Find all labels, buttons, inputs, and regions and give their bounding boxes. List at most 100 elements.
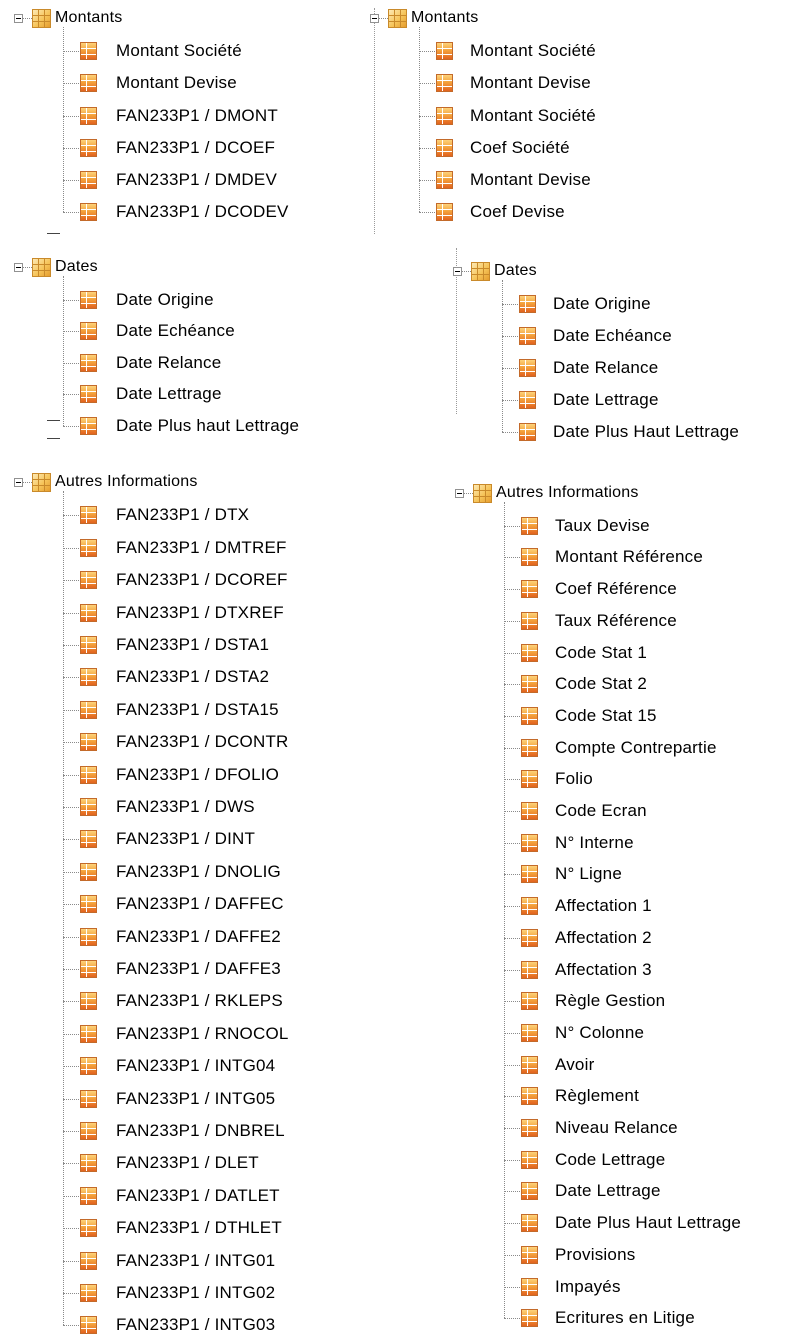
tree-item-label[interactable]: FAN233P1 / INTG03 bbox=[116, 1314, 275, 1336]
tree-item-label[interactable]: FAN233P1 / DSTA2 bbox=[116, 666, 269, 688]
tree-item-label[interactable]: Affectation 1 bbox=[555, 895, 652, 917]
tree-item-label[interactable]: Date Plus Haut Lettrage bbox=[553, 421, 739, 443]
folder-table-icon bbox=[471, 262, 490, 281]
tree-item-label[interactable]: N° Ligne bbox=[555, 863, 622, 885]
tree-item-label[interactable]: FAN233P1 / RKLEPS bbox=[116, 990, 283, 1012]
tree-item-label[interactable]: FAN233P1 / DSTA15 bbox=[116, 699, 279, 721]
tree-item-label[interactable]: FAN233P1 / INTG04 bbox=[116, 1055, 275, 1077]
tree-item-label[interactable]: Date Origine bbox=[553, 293, 651, 315]
tree-connector-line bbox=[419, 147, 435, 149]
tree-item-label[interactable]: FAN233P1 / DCODEV bbox=[116, 201, 289, 223]
tree-item-label[interactable]: Date Lettrage bbox=[553, 389, 659, 411]
tree-item-label[interactable]: Date Echéance bbox=[116, 320, 235, 342]
tree-item-label[interactable]: Code Stat 1 bbox=[555, 642, 647, 664]
tree-item-label[interactable]: FAN233P1 / INTG02 bbox=[116, 1282, 275, 1304]
tree-item-label[interactable]: Taux Devise bbox=[555, 515, 650, 537]
tree-item-label[interactable]: Date Plus haut Lettrage bbox=[116, 415, 299, 437]
tree-item-label[interactable]: FAN233P1 / DMTREF bbox=[116, 537, 287, 559]
collapse-toggle-icon[interactable] bbox=[14, 14, 23, 23]
left-dates-title[interactable]: Dates bbox=[55, 256, 98, 278]
field-table-icon bbox=[80, 571, 97, 590]
tree-item-label[interactable]: Affectation 2 bbox=[555, 927, 652, 949]
field-table-icon bbox=[80, 322, 97, 341]
tree-item-label[interactable]: FAN233P1 / DNOLIG bbox=[116, 861, 281, 883]
tree-item-label[interactable]: FAN233P1 / DCOEF bbox=[116, 137, 275, 159]
tree-item-label[interactable]: FAN233P1 / DAFFE2 bbox=[116, 926, 281, 948]
tree-item-label[interactable]: Montant Devise bbox=[470, 72, 591, 94]
tree-item-label[interactable]: FAN233P1 / DLET bbox=[116, 1152, 259, 1174]
tree-item-label[interactable]: Montant Référence bbox=[555, 546, 703, 568]
tree-item-label[interactable]: Date Lettrage bbox=[555, 1180, 661, 1202]
tree-item-label[interactable]: FAN233P1 / RNOCOL bbox=[116, 1023, 289, 1045]
tree-item-label[interactable]: Coef Devise bbox=[470, 201, 565, 223]
left-autres-title[interactable]: Autres Informations bbox=[55, 471, 198, 493]
collapse-toggle-icon[interactable] bbox=[453, 267, 462, 276]
tree-item-label[interactable]: FAN233P1 / DWS bbox=[116, 796, 255, 818]
tree-item-label[interactable]: Règlement bbox=[555, 1085, 639, 1107]
collapse-toggle-icon[interactable] bbox=[14, 263, 23, 272]
tree-item-label[interactable]: Coef Référence bbox=[555, 578, 677, 600]
tree-connector-line bbox=[504, 1096, 520, 1098]
tree-item-label[interactable]: Date Origine bbox=[116, 289, 214, 311]
tree-item-label[interactable]: Provisions bbox=[555, 1244, 635, 1266]
tree-item-label[interactable]: Code Stat 15 bbox=[555, 705, 657, 727]
tree-item-label[interactable]: FAN233P1 / DTXREF bbox=[116, 602, 284, 624]
tree-item-label[interactable]: Montant Société bbox=[116, 40, 242, 62]
tree-item-label[interactable]: FAN233P1 / DAFFE3 bbox=[116, 958, 281, 980]
left-montants-title[interactable]: Montants bbox=[55, 7, 122, 29]
tree-item-label[interactable]: FAN233P1 / DTX bbox=[116, 504, 249, 526]
tree-item-label[interactable]: N° Colonne bbox=[555, 1022, 644, 1044]
tree-item-label[interactable]: Ecritures en Litige bbox=[555, 1307, 695, 1329]
tree-item-label[interactable]: FAN233P1 / DMDEV bbox=[116, 169, 277, 191]
tree-item-label[interactable]: Date Lettrage bbox=[116, 383, 222, 405]
tree-item-label[interactable]: Date Relance bbox=[553, 357, 658, 379]
tree-item-label[interactable]: Code Stat 2 bbox=[555, 673, 647, 695]
tree-item-label[interactable]: FAN233P1 / DCOREF bbox=[116, 569, 288, 591]
right-dates-title[interactable]: Dates bbox=[494, 260, 537, 282]
tree-item-label[interactable]: FAN233P1 / DTHLET bbox=[116, 1217, 282, 1239]
collapse-toggle-icon[interactable] bbox=[14, 478, 23, 487]
right-autres-title[interactable]: Autres Informations bbox=[496, 482, 639, 504]
tree-connector-line bbox=[23, 482, 32, 483]
tree-item-label[interactable]: FAN233P1 / INTG05 bbox=[116, 1088, 275, 1110]
tree-item-label[interactable]: Date Plus Haut Lettrage bbox=[555, 1212, 741, 1234]
tree-item-label[interactable]: FAN233P1 / DNBREL bbox=[116, 1120, 285, 1142]
tree-connector-line bbox=[63, 969, 79, 970]
tree-item-label[interactable]: Montant Société bbox=[470, 40, 596, 62]
tree-item-label[interactable]: Date Relance bbox=[116, 352, 221, 374]
tree-item-label[interactable]: Montant Devise bbox=[116, 72, 237, 94]
tree-item-label[interactable]: Règle Gestion bbox=[555, 990, 665, 1012]
tree-item-label[interactable]: FAN233P1 / DINT bbox=[116, 828, 255, 850]
tree-item-label[interactable]: Coef Société bbox=[470, 137, 570, 159]
tree-item-label[interactable]: FAN233P1 / DATLET bbox=[116, 1185, 280, 1207]
tree-connector-line bbox=[63, 871, 79, 873]
tree-item-label[interactable]: FAN233P1 / DAFFEC bbox=[116, 893, 284, 915]
tree-item-label[interactable]: FAN233P1 / DFOLIO bbox=[116, 764, 279, 786]
tree-item-label[interactable]: Date Echéance bbox=[553, 325, 672, 347]
tree-item-label[interactable]: Taux Référence bbox=[555, 610, 677, 632]
tree-item-label[interactable]: Folio bbox=[555, 768, 593, 790]
collapse-toggle-icon[interactable] bbox=[370, 14, 379, 23]
field-table-icon bbox=[80, 765, 97, 784]
tree-connector-line bbox=[379, 18, 388, 19]
tree-item-label[interactable]: FAN233P1 / DCONTR bbox=[116, 731, 289, 753]
tree-item-label[interactable]: Affectation 3 bbox=[555, 959, 652, 981]
tree-item-label[interactable]: FAN233P1 / DSTA1 bbox=[116, 634, 269, 656]
field-table-icon bbox=[80, 960, 97, 978]
tree-connector-line bbox=[504, 1191, 520, 1193]
right-montants-title[interactable]: Montants bbox=[411, 7, 478, 29]
tree-connector-line bbox=[63, 331, 79, 333]
tree-item-label[interactable]: Avoir bbox=[555, 1054, 594, 1076]
tree-item-label[interactable]: Niveau Relance bbox=[555, 1117, 678, 1139]
tree-item-label[interactable]: Compte Contrepartie bbox=[555, 737, 717, 759]
tree-item-label[interactable]: Montant Société bbox=[470, 105, 596, 127]
tree-item-label[interactable]: Impayés bbox=[555, 1276, 621, 1298]
tree-item-label[interactable]: N° Interne bbox=[555, 832, 634, 854]
tree-item-label[interactable]: FAN233P1 / DMONT bbox=[116, 105, 278, 127]
tree-item-label[interactable]: Montant Devise bbox=[470, 169, 591, 191]
field-table-icon bbox=[80, 992, 97, 1011]
tree-item-label[interactable]: Code Lettrage bbox=[555, 1149, 665, 1171]
tree-item-label[interactable]: Code Ecran bbox=[555, 800, 647, 822]
tree-item-label[interactable]: FAN233P1 / INTG01 bbox=[116, 1250, 275, 1272]
collapse-toggle-icon[interactable] bbox=[455, 489, 464, 498]
